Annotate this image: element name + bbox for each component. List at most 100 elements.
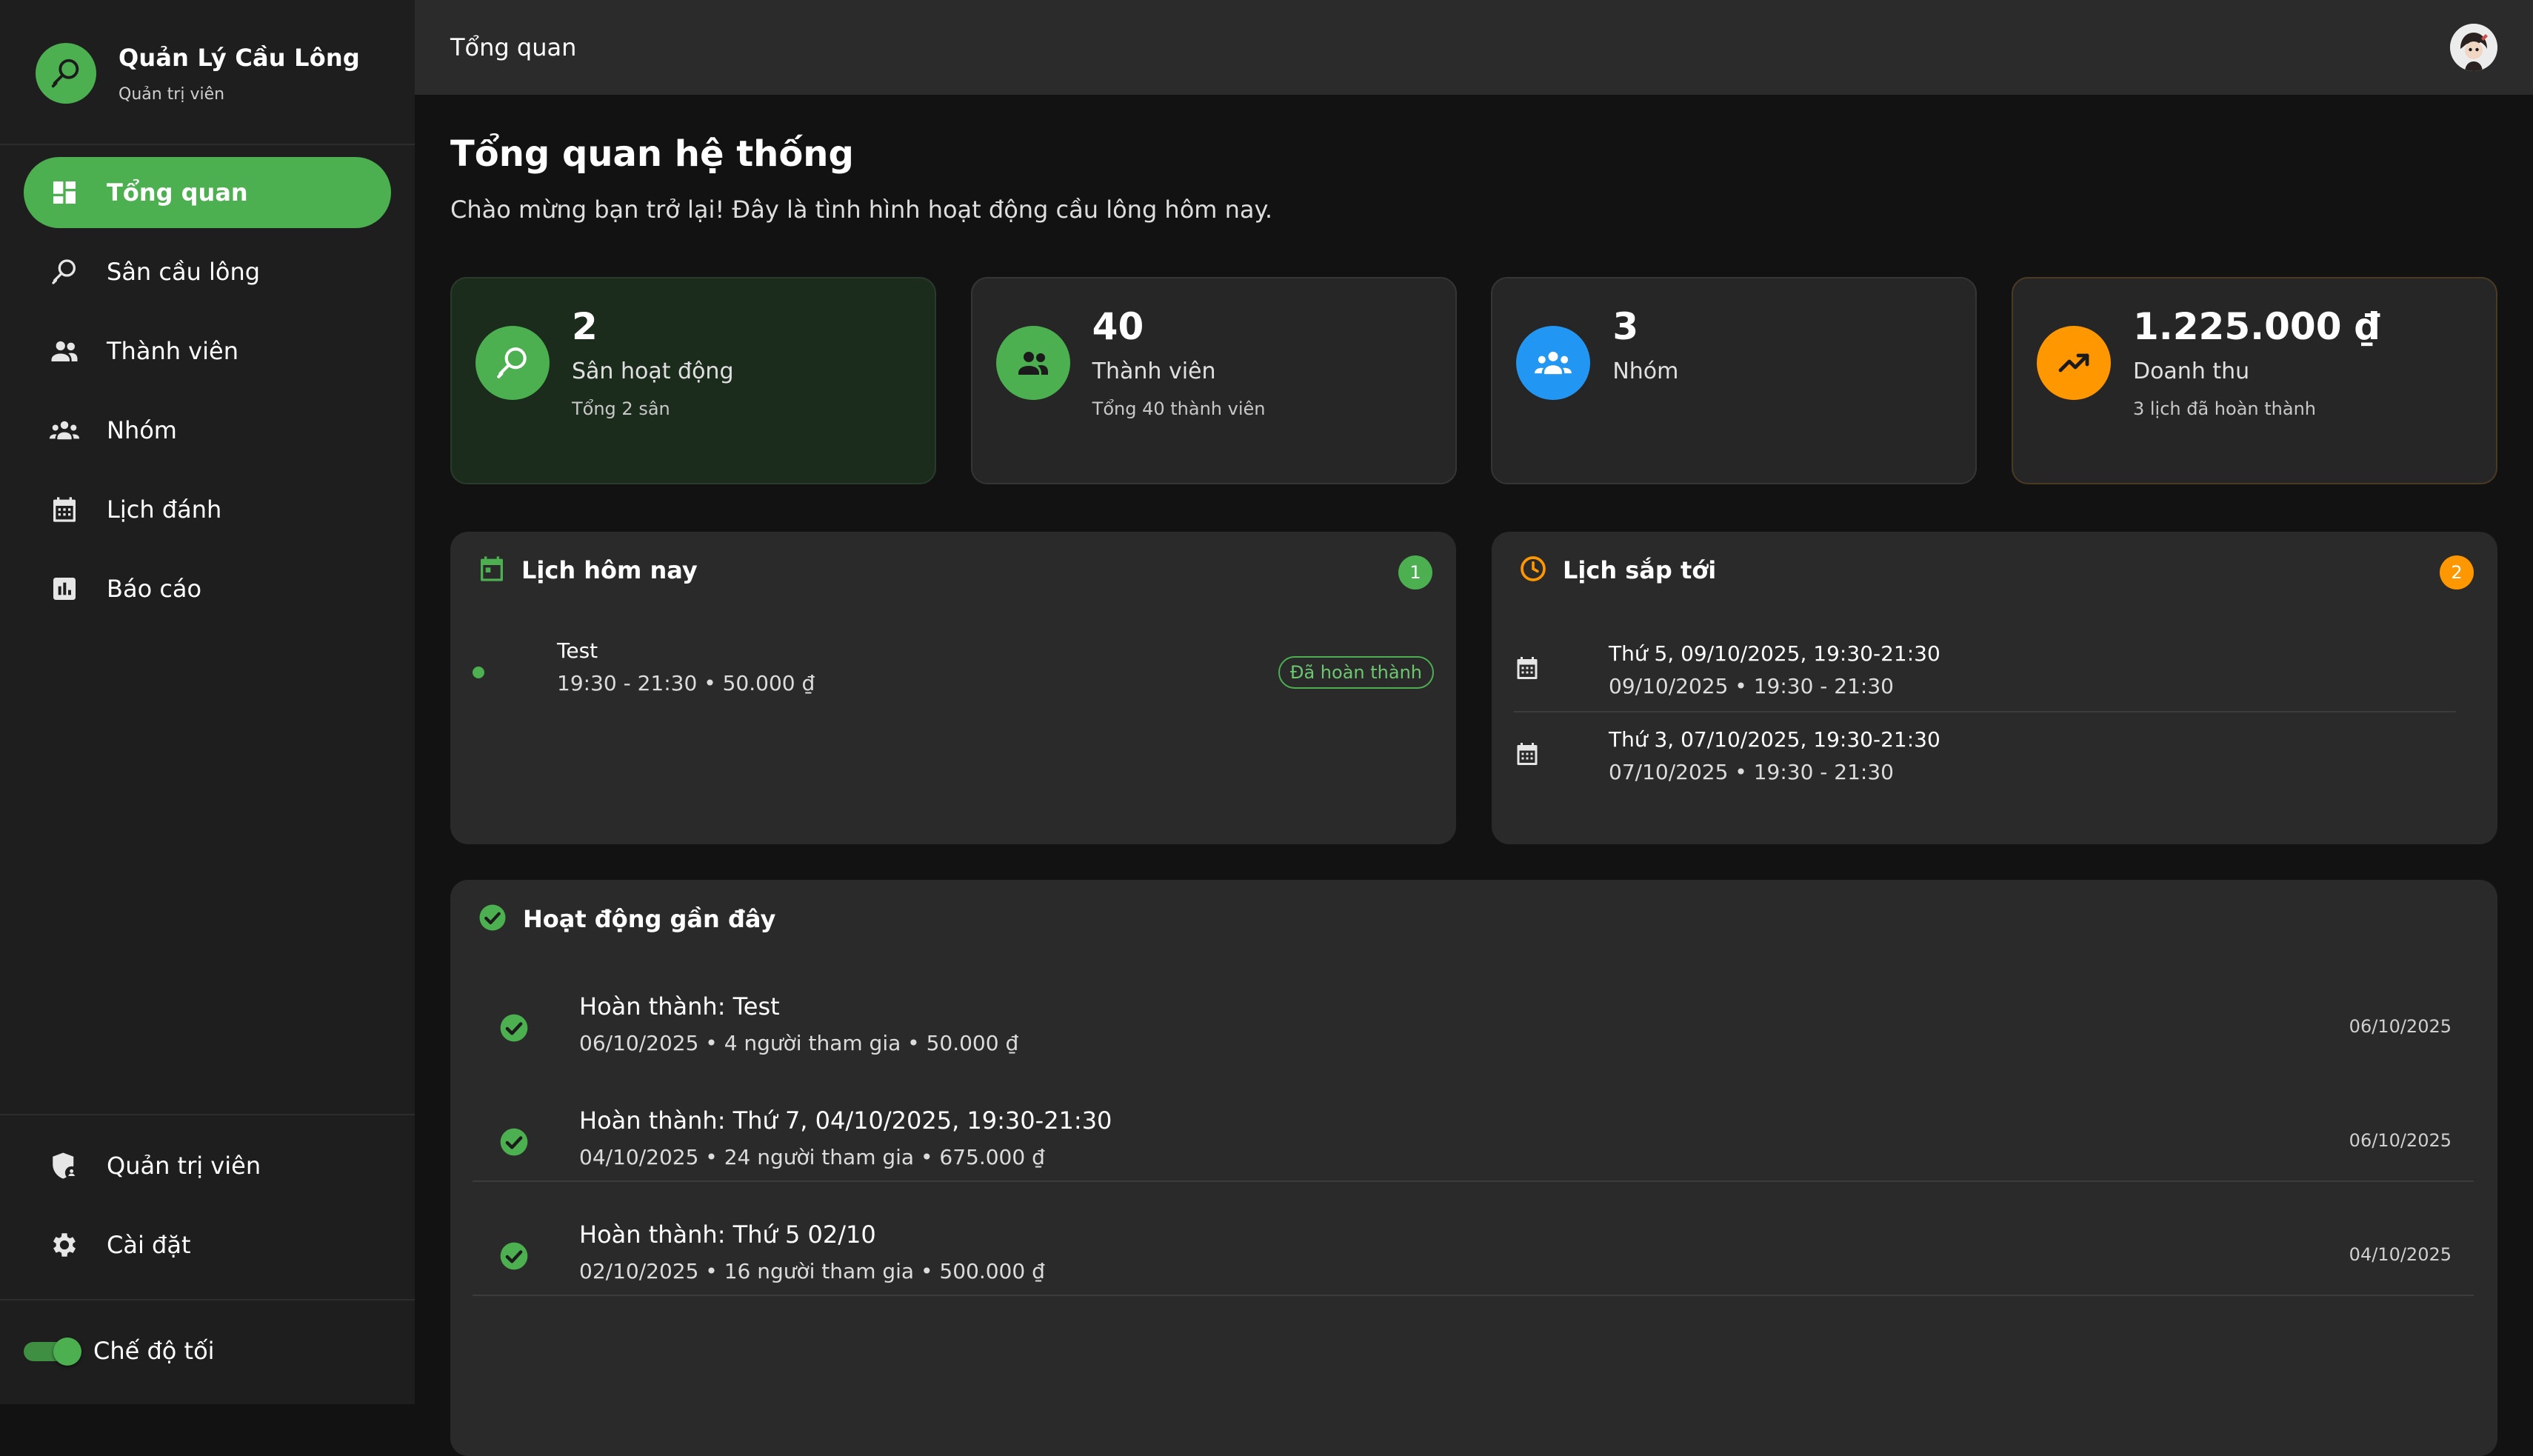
- check-circle-icon: [498, 1012, 530, 1044]
- sidebar-item-cai-dat[interactable]: Cài đặt: [24, 1209, 391, 1280]
- app-root: Quản Lý Cầu Lông Quản trị viên Tổng quan…: [0, 0, 2533, 1456]
- card-title: Lịch hôm nay: [521, 556, 698, 584]
- groups-icon: [1516, 326, 1591, 400]
- dark-mode-toggle[interactable]: Chế độ tối: [24, 1329, 215, 1373]
- schedule-detail: 19:30 - 21:30 • 50.000 ₫: [557, 671, 815, 695]
- check-circle-icon: [477, 902, 508, 936]
- calendar-icon: [1514, 655, 1541, 681]
- activity-detail: 02/10/2025 • 16 người tham gia • 500.000…: [579, 1259, 1045, 1283]
- brand-subtitle: Quản trị viên: [119, 84, 225, 104]
- schedule-item[interactable]: Thứ 5, 09/10/2025, 19:30-21:30 09/10/202…: [1514, 627, 2462, 711]
- check-circle-icon: [498, 1240, 530, 1272]
- stat-value: 2: [572, 305, 598, 348]
- card-header: Lịch sắp tới: [1518, 554, 1716, 587]
- page-subtitle: Chào mừng bạn trở lại! Đây là tình hình …: [450, 196, 1273, 224]
- stat-card-groups[interactable]: 3 Nhóm: [1491, 277, 1978, 484]
- avatar[interactable]: [2450, 24, 2497, 71]
- sidebar-item-label: Quản trị viên: [107, 1152, 261, 1180]
- dark-mode-label: Chế độ tối: [93, 1337, 215, 1365]
- sidebar-item-lich-danh[interactable]: Lịch đánh: [24, 474, 391, 545]
- stat-sub: Tổng 2 sân: [572, 398, 670, 419]
- status-dot: [473, 667, 484, 678]
- stat-value: 40: [1092, 305, 1144, 348]
- sidebar-item-tong-quan[interactable]: Tổng quan: [24, 157, 391, 228]
- card-title: Lịch sắp tới: [1563, 556, 1717, 584]
- recent-activity-card: Hoạt động gần đây Hoàn thành: Test 06/10…: [450, 880, 2497, 1456]
- badminton-racket-icon: [475, 326, 550, 400]
- sidebar-item-label: Nhóm: [107, 416, 177, 444]
- today-schedule-card: Lịch hôm nay 1 Test 19:30 - 21:30 • 50.0…: [450, 532, 1456, 844]
- sidebar-item-quan-tri-vien[interactable]: Quản trị viên: [24, 1130, 391, 1201]
- stat-card-courts[interactable]: 2 Sân hoạt động Tổng 2 sân: [450, 277, 936, 484]
- card-title: Hoạt động gần đây: [523, 905, 776, 933]
- top-bar: Tổng quan: [415, 0, 2533, 95]
- stat-card-members[interactable]: 40 Thành viên Tổng 40 thành viên: [970, 277, 1457, 484]
- schedule-item[interactable]: Thứ 3, 07/10/2025, 19:30-21:30 07/10/202…: [1514, 712, 2462, 797]
- activity-detail: 04/10/2025 • 24 người tham gia • 675.000…: [579, 1145, 1045, 1169]
- schedule-title: Test: [557, 638, 598, 663]
- sidebar-item-label: Tổng quan: [107, 178, 248, 207]
- sidebar-item-bao-cao[interactable]: Báo cáo: [24, 553, 391, 624]
- sidebar-item-thanh-vien[interactable]: Thành viên: [24, 315, 391, 387]
- sidebar-item-san-cau-long[interactable]: Sân cầu lông: [24, 236, 391, 307]
- stat-sub: 3 lịch đã hoàn thành: [2132, 398, 2316, 419]
- brand: Quản Lý Cầu Lông Quản trị viên: [36, 41, 360, 105]
- sidebar-divider: [0, 1114, 415, 1115]
- sidebar-item-label: Cài đặt: [107, 1231, 191, 1259]
- sidebar-item-label: Sân cầu lông: [107, 258, 261, 286]
- stat-card-revenue[interactable]: 1.225.000 ₫ Doanh thu 3 lịch đã hoàn thà…: [2011, 277, 2497, 484]
- dashboard-icon: [49, 177, 80, 208]
- activity-item[interactable]: Hoàn thành: Test 06/10/2025 • 4 người th…: [473, 970, 2474, 1083]
- page-title: Tổng quan hệ thống: [450, 133, 854, 175]
- sidebar-divider: [0, 1299, 415, 1300]
- count-badge: 1: [1398, 555, 1432, 590]
- calendar-icon: [477, 554, 507, 587]
- brand-title: Quản Lý Cầu Lông: [119, 43, 360, 72]
- people-icon: [49, 335, 80, 367]
- card-header: Hoạt động gần đây: [477, 902, 775, 936]
- dark-mode-switch[interactable]: [24, 1336, 81, 1366]
- activity-item[interactable]: Hoàn thành: Thứ 7, 04/10/2025, 19:30-21:…: [473, 1084, 2474, 1197]
- check-circle-icon: [498, 1126, 530, 1158]
- sidebar-item-label: Lịch đánh: [107, 495, 222, 524]
- admin-shield-icon: [49, 1150, 80, 1181]
- schedule-title: Thứ 3, 07/10/2025, 19:30-21:30: [1609, 727, 1940, 752]
- upcoming-schedule-card: Lịch sắp tới 2 Thứ 5, 09/10/2025, 19:30-…: [1492, 532, 2497, 844]
- calendar-icon: [1514, 741, 1541, 767]
- activity-date: 04/10/2025: [2349, 1244, 2452, 1265]
- sidebar-nav: Tổng quan Sân cầu lông Thành viên Nhóm L…: [24, 157, 391, 632]
- card-header: Lịch hôm nay: [477, 554, 698, 587]
- sidebar-item-label: Báo cáo: [107, 575, 202, 603]
- stat-value: 1.225.000 ₫: [2132, 305, 2380, 348]
- clock-icon: [1518, 554, 1548, 587]
- people-icon: [995, 326, 1070, 400]
- sidebar-divider: [0, 144, 415, 145]
- stat-value: 3: [1612, 305, 1639, 348]
- stat-label: Nhóm: [1612, 358, 1679, 384]
- badminton-racket-icon: [36, 43, 96, 104]
- activity-detail: 06/10/2025 • 4 người tham gia • 50.000 ₫: [579, 1031, 1019, 1055]
- schedule-detail: 09/10/2025 • 19:30 - 21:30: [1609, 674, 1894, 698]
- groups-icon: [49, 415, 80, 446]
- schedule-title: Thứ 5, 09/10/2025, 19:30-21:30: [1609, 641, 1940, 666]
- activity-title: Hoàn thành: Thứ 7, 04/10/2025, 19:30-21:…: [579, 1106, 1112, 1135]
- count-badge: 2: [2440, 555, 2474, 590]
- sidebar-bottom-nav: Quản trị viên Cài đặt: [24, 1130, 391, 1289]
- activity-title: Hoàn thành: Test: [579, 992, 780, 1021]
- trending-up-icon: [2036, 326, 2111, 400]
- breadcrumb: Tổng quan: [450, 33, 577, 61]
- status-badge: Đã hoàn thành: [1278, 656, 1434, 689]
- sidebar-item-nhom[interactable]: Nhóm: [24, 395, 391, 466]
- gear-icon: [49, 1229, 80, 1260]
- sidebar: Quản Lý Cầu Lông Quản trị viên Tổng quan…: [0, 0, 415, 1404]
- activity-date: 06/10/2025: [2349, 1130, 2452, 1151]
- calendar-icon: [49, 494, 80, 525]
- schedule-detail: 07/10/2025 • 19:30 - 21:30: [1609, 760, 1894, 784]
- stats-row: 2 Sân hoạt động Tổng 2 sân 40 Thành viên…: [450, 277, 2497, 484]
- report-chart-icon: [49, 573, 80, 604]
- stat-label: Sân hoạt động: [572, 358, 734, 384]
- stat-label: Thành viên: [1092, 358, 1216, 384]
- sidebar-item-label: Thành viên: [107, 337, 238, 365]
- activity-item[interactable]: Hoàn thành: Thứ 5 02/10 02/10/2025 • 16 …: [473, 1198, 2474, 1311]
- schedule-item[interactable]: Test 19:30 - 21:30 • 50.000 ₫ Đã hoàn th…: [473, 635, 1434, 709]
